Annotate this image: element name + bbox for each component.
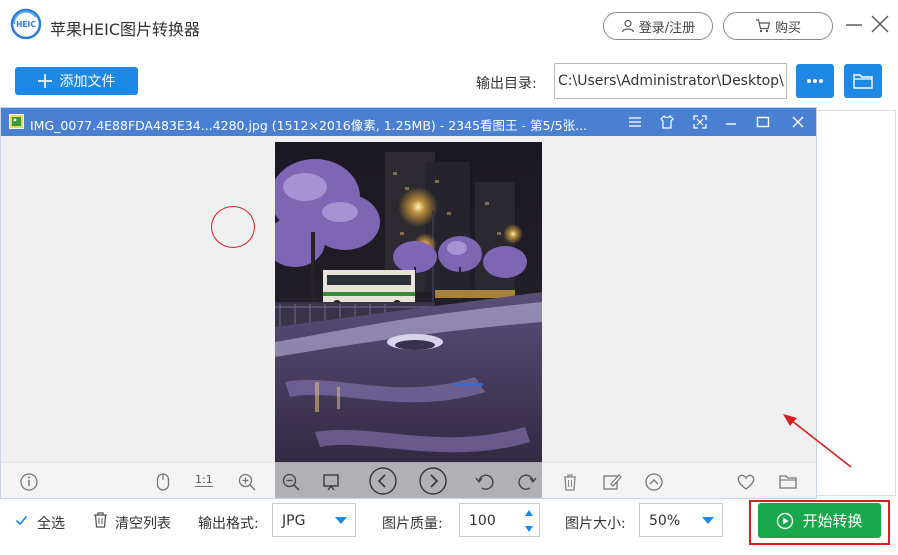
- output-format-select[interactable]: JPG: [272, 503, 356, 537]
- buy-label: 购买: [774, 20, 801, 36]
- fullscreen-icon[interactable]: [692, 114, 708, 130]
- info-icon[interactable]: [19, 472, 39, 492]
- plus-icon: [37, 74, 52, 88]
- viewer-maximize-icon[interactable]: [755, 114, 771, 130]
- increment-icon[interactable]: [525, 510, 533, 516]
- start-convert-label: 开始转换: [802, 512, 863, 530]
- annotation-circle: [211, 206, 255, 248]
- actual-size-button[interactable]: 1:1: [195, 473, 213, 487]
- output-format-label: 输出格式:: [198, 516, 259, 532]
- select-all-label[interactable]: 全选: [37, 513, 65, 533]
- image-file-icon: [9, 114, 24, 129]
- login-label: 登录/注册: [638, 20, 696, 36]
- rotate-right-icon[interactable]: [517, 472, 537, 492]
- add-file-label: 添加文件: [59, 74, 116, 90]
- open-folder-icon[interactable]: [778, 472, 798, 492]
- select-all-checkbox[interactable]: [15, 514, 28, 527]
- annotation-arrow: [783, 414, 852, 468]
- open-output-folder-button[interactable]: [844, 64, 882, 98]
- minimize-icon[interactable]: [845, 14, 863, 34]
- chevron-down-icon: [335, 517, 347, 524]
- night-street-photo: [275, 142, 542, 497]
- folder-icon: [853, 74, 873, 89]
- rotate-left-icon[interactable]: [475, 472, 495, 492]
- image-size-value: 50%: [649, 513, 681, 529]
- start-convert-button[interactable]: 开始转换: [758, 503, 881, 538]
- viewer-minimize-icon[interactable]: [723, 114, 739, 130]
- image-size-select[interactable]: 50%: [639, 503, 723, 537]
- heart-icon[interactable]: [736, 472, 756, 492]
- image-quality-label: 图片质量:: [382, 516, 443, 532]
- svg-text:HEIC: HEIC: [16, 20, 36, 29]
- chevron-down-icon: [702, 517, 714, 524]
- skin-icon[interactable]: [659, 114, 675, 130]
- image-size-label: 图片大小:: [565, 516, 626, 532]
- more-button[interactable]: [796, 64, 834, 98]
- login-button[interactable]: 登录/注册: [603, 12, 713, 40]
- mouse-icon[interactable]: [153, 472, 173, 492]
- app-logo: HEIC: [10, 8, 42, 40]
- clear-list-button[interactable]: 清空列表: [115, 513, 171, 533]
- output-dir-label: 输出目录:: [476, 76, 537, 92]
- image-quality-stepper[interactable]: 100: [459, 503, 540, 537]
- image-quality-value: 100: [469, 513, 496, 529]
- edit-icon[interactable]: [602, 472, 622, 492]
- viewer-toolbar-overlay: [275, 462, 542, 498]
- play-circle-icon: [777, 512, 794, 529]
- user-icon: [621, 19, 634, 33]
- add-file-button[interactable]: 添加文件: [15, 67, 138, 95]
- image-viewer-window: IMG_0077.4E88FDA483E34...4280.jpg (1512×…: [0, 107, 817, 499]
- zoom-out-icon[interactable]: [281, 472, 301, 492]
- app-title: 苹果HEIC图片转换器: [50, 20, 201, 39]
- menu-icon[interactable]: [627, 114, 643, 130]
- delete-icon[interactable]: [560, 472, 580, 492]
- zoom-in-icon[interactable]: [237, 472, 257, 492]
- prev-icon[interactable]: [368, 466, 398, 496]
- more-icon: [807, 79, 823, 83]
- output-format-value: JPG: [282, 513, 306, 529]
- viewer-title: IMG_0077.4E88FDA483E34...4280.jpg (1512×…: [30, 118, 588, 133]
- decrement-icon[interactable]: [525, 526, 533, 532]
- buy-button[interactable]: 购买: [723, 12, 833, 40]
- next-icon[interactable]: [418, 466, 448, 496]
- fit-icon[interactable]: [321, 472, 341, 492]
- trash-icon[interactable]: [93, 512, 108, 528]
- viewer-close-icon[interactable]: [790, 114, 806, 130]
- close-icon[interactable]: [870, 14, 890, 34]
- cart-icon: [755, 19, 771, 33]
- viewer-titlebar: IMG_0077.4E88FDA483E34...4280.jpg (1512×…: [1, 108, 816, 136]
- output-dir-field[interactable]: C:\Users\Administrator\Desktop\: [554, 63, 787, 99]
- up-icon[interactable]: [644, 472, 664, 492]
